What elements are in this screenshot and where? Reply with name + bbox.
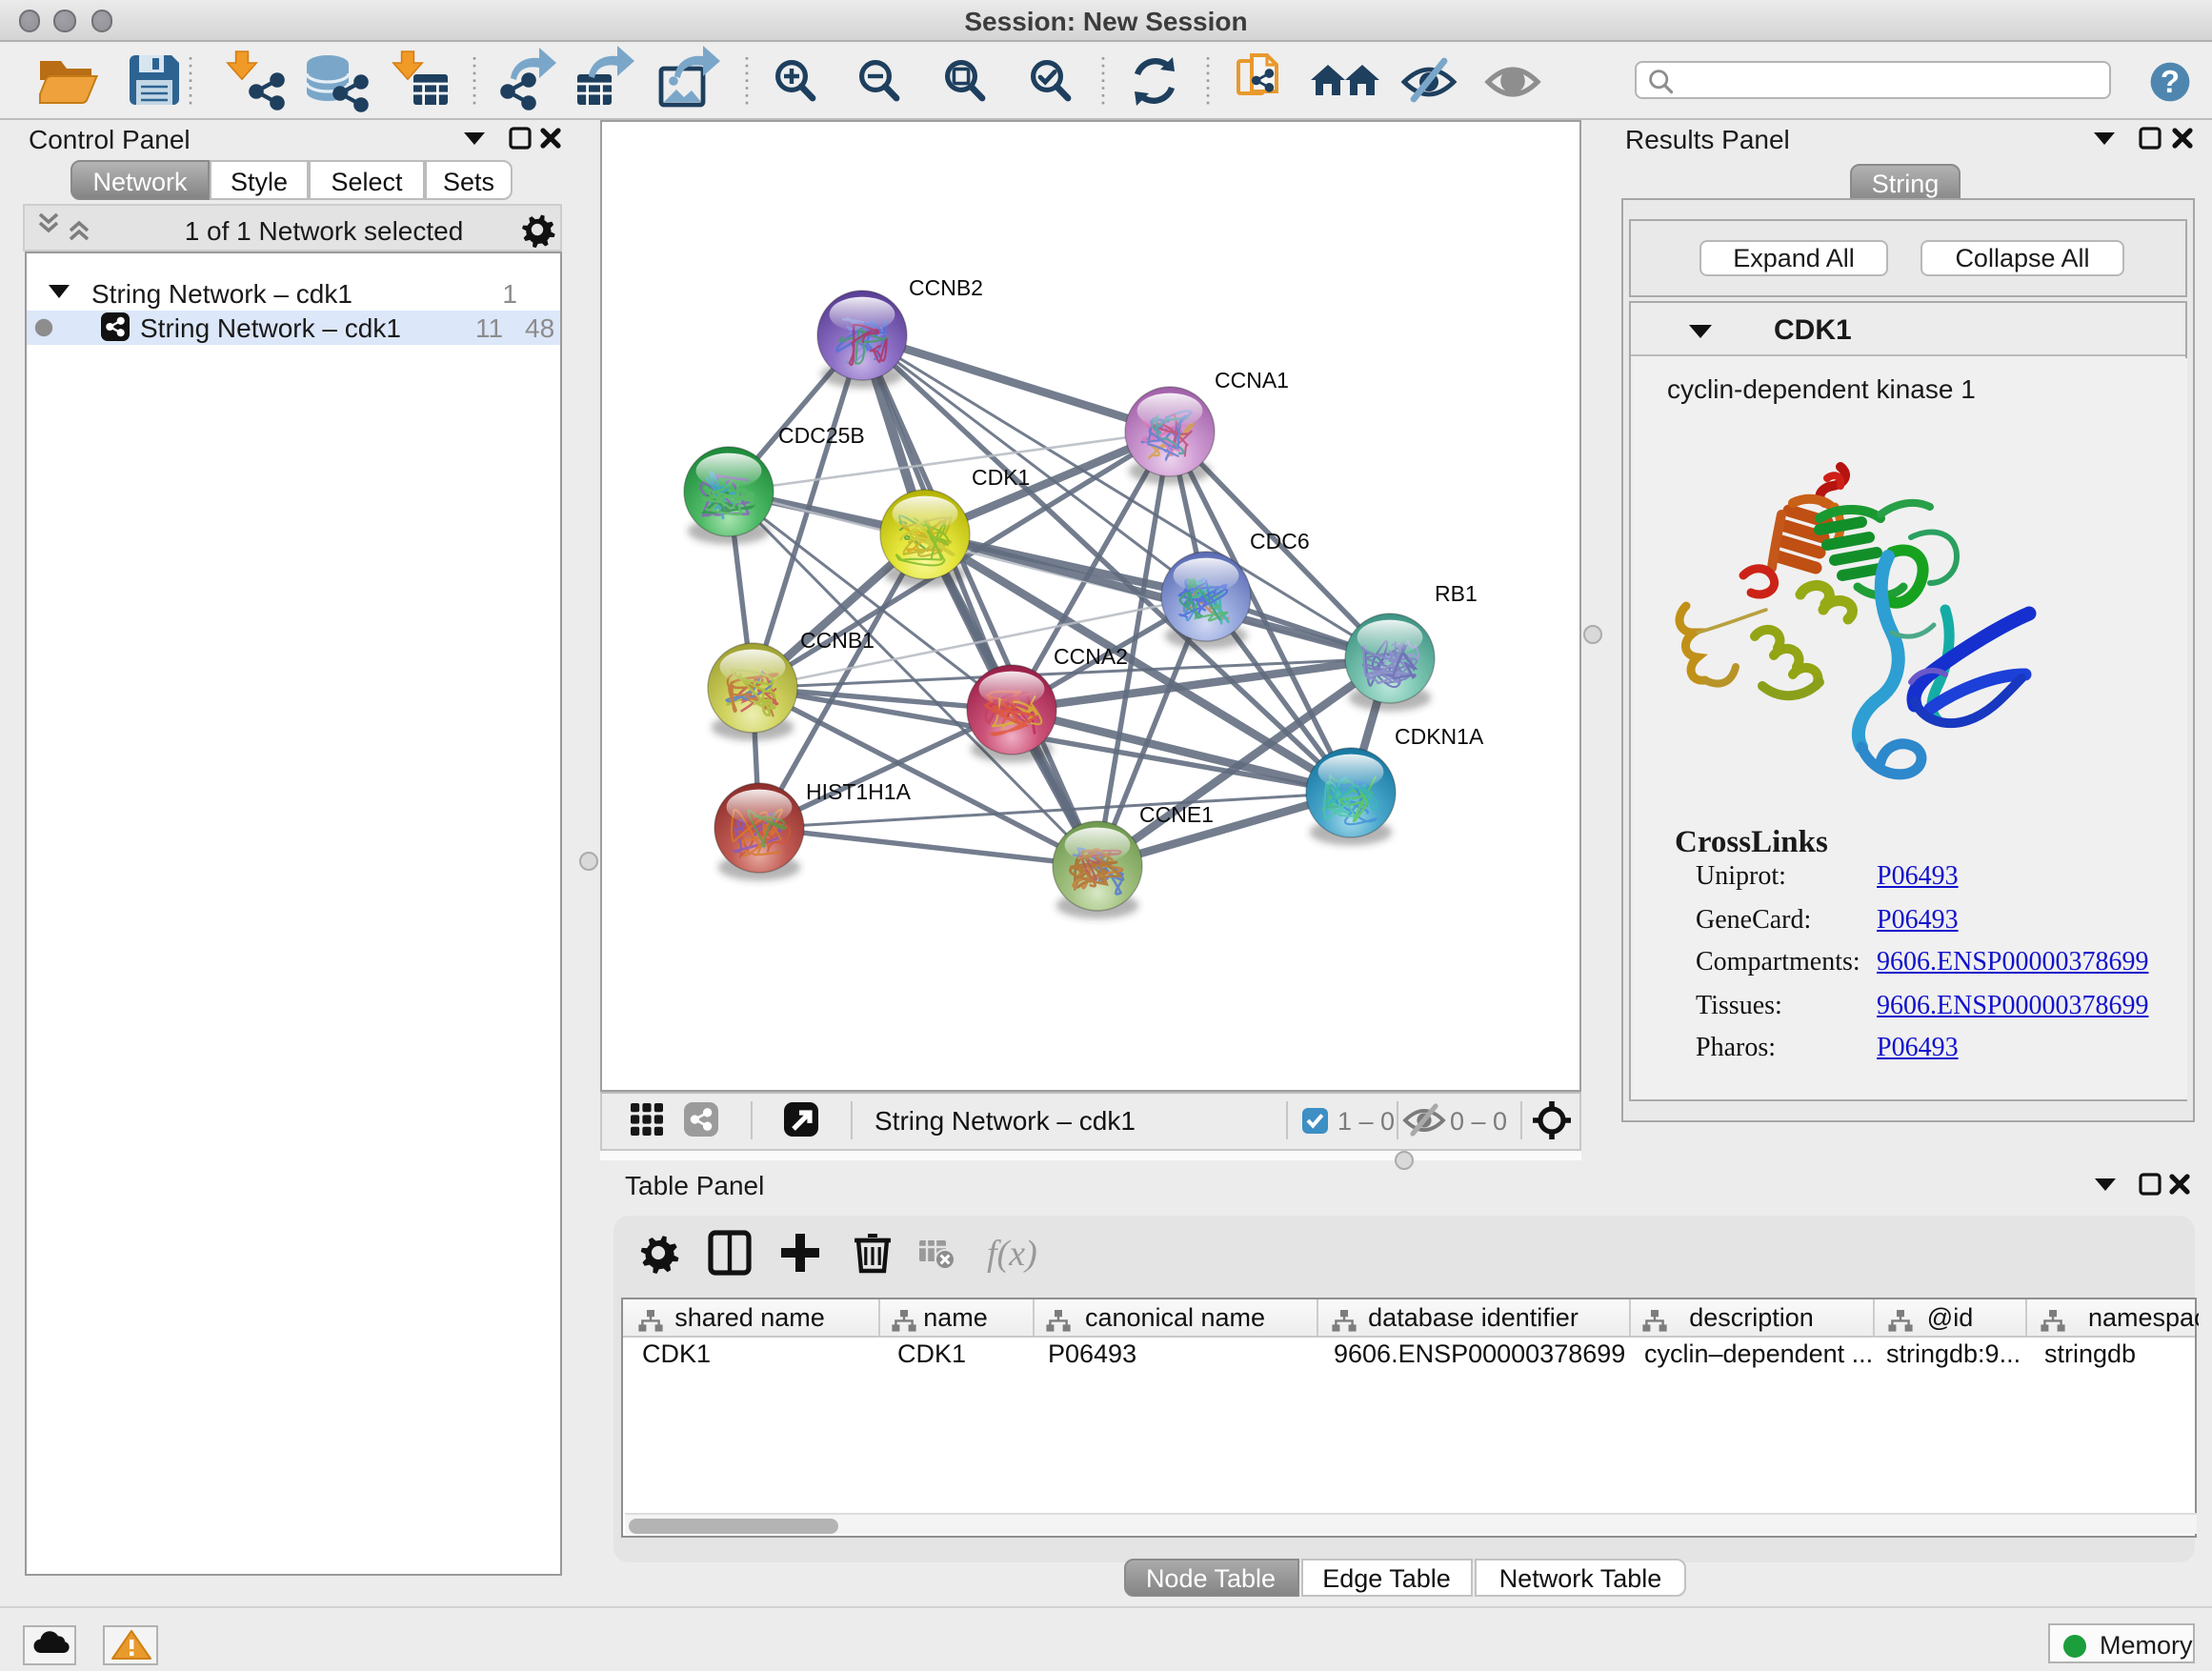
svg-text:CDKN1A: CDKN1A [1395,724,1484,749]
svg-text:RB1: RB1 [1435,581,1478,606]
svg-text:CDK1: CDK1 [972,465,1030,490]
svg-text:1 – 0: 1 – 0 [1337,1107,1395,1136]
svg-text:f(x): f(x) [987,1233,1037,1273]
svg-text:CDC6: CDC6 [1250,529,1310,554]
svg-text:CDC25B: CDC25B [778,423,865,448]
svg-text:HIST1H1A: HIST1H1A [806,779,912,804]
svg-text:CCNA2: CCNA2 [1054,644,1128,669]
svg-text:String Network – cdk1: String Network – cdk1 [875,1106,1136,1136]
svg-text:0 – 0: 0 – 0 [1450,1107,1507,1136]
svg-text:?: ? [2161,63,2180,98]
svg-text:CCNA1: CCNA1 [1215,368,1289,393]
svg-text:CCNB2: CCNB2 [909,275,983,300]
svg-text:CCNE1: CCNE1 [1139,802,1214,827]
svg-text:CCNB1: CCNB1 [800,628,875,653]
